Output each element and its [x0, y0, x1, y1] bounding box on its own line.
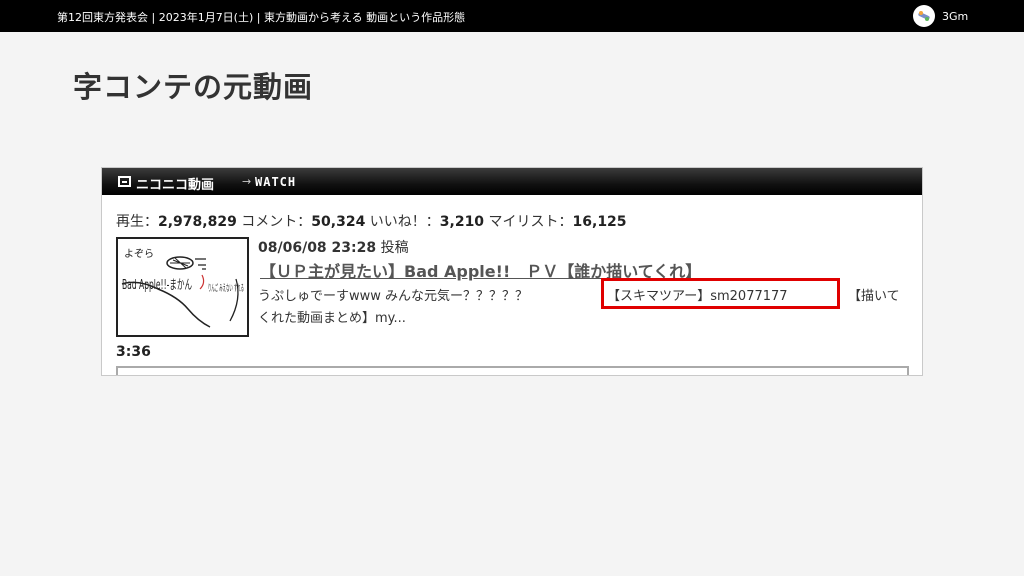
- comments-label: コメント：: [241, 214, 312, 230]
- top-bar: 第12回東方発表会 | 2023年1月7日(土) | 東方動画から考える 動画と…: [0, 0, 1024, 32]
- thumb-text-top: よぞら: [124, 248, 154, 260]
- views-label: 再生：: [116, 214, 158, 230]
- section-label: WATCH: [255, 175, 297, 189]
- description-line-1-tail: 【描いて: [848, 289, 900, 304]
- tv-icon: [118, 176, 131, 187]
- video-duration: 3:36: [116, 344, 151, 360]
- thumbnail-drawing: よぞら Bad Apple!!-まかん りんご みえない すれる: [121, 248, 244, 328]
- presentation-title: 第12回東方発表会 | 2023年1月7日(土) | 東方動画から考える 動画と…: [57, 11, 466, 24]
- presenter-logo-icon: [913, 5, 935, 27]
- post-date: 08/06/08 23:28 投稿: [258, 237, 409, 257]
- mylist-label: マイリスト：: [488, 214, 573, 230]
- comments-count: 50,324: [311, 214, 366, 230]
- arrow-icon: →: [242, 175, 252, 188]
- highlight-box: [601, 278, 840, 309]
- video-thumbnail[interactable]: よぞら Bad Apple!!-まかん りんご みえない すれる: [116, 237, 249, 337]
- video-page-screenshot: ニコニコ動画 → WATCH 再生：2,978,829 コメント：50,324 …: [101, 167, 923, 376]
- views-count: 2,978,829: [158, 214, 237, 230]
- post-datetime: 08/06/08 23:28: [258, 240, 377, 256]
- description-line-1: うぷしゅでーすwww みんな元気ー？？？？？: [258, 289, 529, 304]
- site-header: ニコニコ動画 → WATCH: [102, 168, 922, 195]
- post-label: 投稿: [380, 240, 409, 256]
- likes-count: 3,210: [439, 214, 485, 230]
- player-frame: [116, 366, 909, 375]
- thumb-text-left: Bad Apple!!-まかん: [122, 278, 192, 293]
- mylist-count: 16,125: [572, 214, 627, 230]
- brand-name: 3Gm: [942, 10, 969, 23]
- video-stats: 再生：2,978,829 コメント：50,324 いいね！：3,210 マイリス…: [116, 211, 627, 231]
- likes-label: いいね！：: [369, 214, 440, 230]
- slide-heading: 字コンテの元動画: [73, 70, 314, 104]
- site-logo[interactable]: ニコニコ動画: [136, 174, 214, 193]
- description-line-2: くれた動画まとめ】my...: [258, 311, 406, 326]
